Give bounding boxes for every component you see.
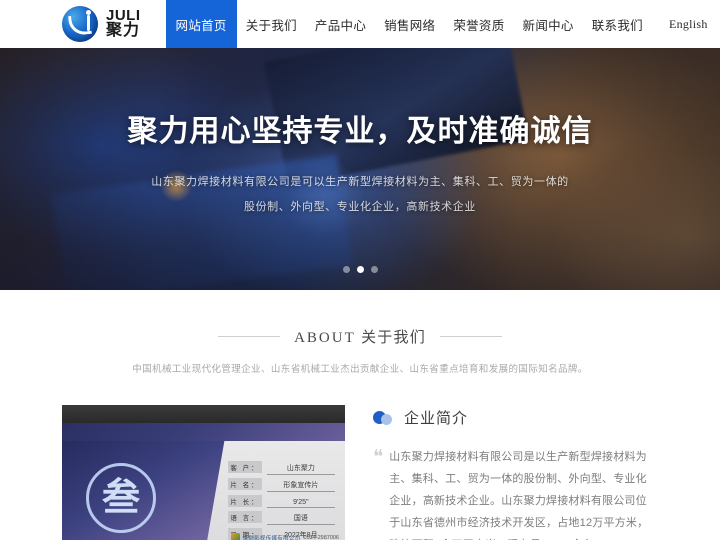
video-countdown-number: 叁 [101, 477, 140, 519]
video-info-key: 片 名： [228, 478, 262, 490]
carousel-dot-3[interactable] [370, 266, 378, 273]
about-content-row: 叁 客 户： 山东聚力 片 名： 形象宣传片 片 长： 9'25" 语 言： 国… [0, 405, 720, 540]
hero-banner: 聚力用心坚持专业，及时准确诚信 山东聚力焊接材料有限公司是可以生产新型焊接材料为… [0, 48, 720, 290]
carousel-dot-1[interactable] [342, 266, 350, 273]
about-title-cn: 关于我们 [361, 329, 426, 346]
nav-item-honors[interactable]: 荣誉资质 [444, 0, 513, 48]
hero-title: 聚力用心坚持专业，及时准确诚信 [127, 115, 593, 148]
company-intro-body: ❝ 山东聚力焊接材料有限公司是以生产新型焊接材料为主、集科、工、贸为一体的股份制… [373, 446, 658, 540]
double-circle-icon [373, 410, 395, 425]
watermark-company: 深圳影视传媒有限公司 [242, 535, 301, 540]
video-info-panel: 客 户： 山东聚力 片 名： 形象宣传片 片 长： 9'25" 语 言： 国语 … [206, 441, 345, 540]
company-intro: 企业简介 ❝ 山东聚力焊接材料有限公司是以生产新型焊接材料为主、集科、工、贸为一… [373, 405, 658, 540]
about-section: ABOUT 关于我们 中国机械工业现代化管理企业、山东省机械工业杰出贡献企业、山… [0, 290, 720, 375]
hero-subtitle: 山东聚力焊接材料有限公司是可以生产新型焊接材料为主、集科、工、贸为一体的 股份制… [151, 170, 569, 221]
about-heading: ABOUT 关于我们 [0, 326, 720, 347]
juli-circle-logo-icon [62, 6, 98, 42]
quote-mark-icon: ❝ [373, 447, 384, 468]
nav-item-about[interactable]: 关于我们 [237, 0, 306, 48]
about-section-title: ABOUT 关于我们 [294, 326, 426, 347]
video-info-row: 客 户： 山东聚力 [228, 461, 335, 475]
watermark-logo-icon [230, 533, 240, 540]
heading-rule-right [439, 336, 502, 337]
company-intro-title: 企业简介 [404, 410, 469, 427]
video-info-value: 山东聚力 [266, 463, 335, 475]
video-info-value: 9'25" [266, 499, 335, 508]
carousel-dots [0, 266, 720, 273]
logo-text: JULI 聚力 [106, 7, 141, 41]
hero-subtitle-line-2: 股份制、外向型、专业化企业，高新技术企业 [243, 201, 476, 214]
video-info-value: 形象宣传片 [266, 480, 335, 492]
video-info-row: 语 言： 国语 [228, 511, 335, 525]
video-top-bar [62, 405, 345, 423]
site-logo[interactable]: JULI 聚力 [62, 6, 141, 42]
company-intro-heading: 企业简介 [373, 407, 658, 428]
video-info-key: 语 言： [228, 511, 262, 523]
video-info-value: 国语 [266, 513, 335, 525]
watermark-telephone: 0534-2987006 [303, 534, 339, 540]
nav-item-english[interactable]: English [660, 0, 717, 48]
logo-text-cn: 聚力 [106, 22, 141, 40]
nav-item-products[interactable]: 产品中心 [306, 0, 375, 48]
video-countdown-circle: 叁 [86, 463, 156, 533]
about-description: 中国机械工业现代化管理企业、山东省机械工业杰出贡献企业、山东省重点培育和发展的国… [132, 364, 588, 375]
nav-item-home[interactable]: 网站首页 [165, 0, 237, 48]
video-info-key: 片 长： [228, 495, 262, 507]
company-video-thumbnail[interactable]: 叁 客 户： 山东聚力 片 名： 形象宣传片 片 长： 9'25" 语 言： 国… [62, 405, 345, 540]
video-footer-watermark: 深圳影视传媒有限公司 0534-2987006 [230, 533, 339, 540]
video-info-key: 客 户： [228, 461, 262, 473]
main-navigation: 网站首页 关于我们 产品中心 销售网络 荣誉资质 新闻中心 联系我们 Engli… [165, 0, 717, 48]
nav-item-contact[interactable]: 联系我们 [583, 0, 652, 48]
video-info-row: 片 名： 形象宣传片 [228, 478, 335, 492]
carousel-dot-2[interactable] [356, 266, 364, 273]
video-body: 叁 客 户： 山东聚力 片 名： 形象宣传片 片 长： 9'25" 语 言： 国… [62, 423, 345, 540]
about-title-en: ABOUT [294, 330, 356, 346]
company-intro-paragraph: 山东聚力焊接材料有限公司是以生产新型焊接材料为主、集科、工、贸为一体的股份制、外… [389, 451, 649, 540]
site-header: JULI 聚力 网站首页 关于我们 产品中心 销售网络 荣誉资质 新闻中心 联系… [0, 0, 720, 48]
nav-item-news[interactable]: 新闻中心 [514, 0, 583, 48]
hero-subtitle-line-1: 山东聚力焊接材料有限公司是可以生产新型焊接材料为主、集科、工、贸为一体的 [151, 176, 569, 188]
nav-item-sales[interactable]: 销售网络 [375, 0, 444, 48]
video-info-row: 片 长： 9'25" [228, 495, 335, 508]
heading-rule-left [218, 336, 281, 337]
